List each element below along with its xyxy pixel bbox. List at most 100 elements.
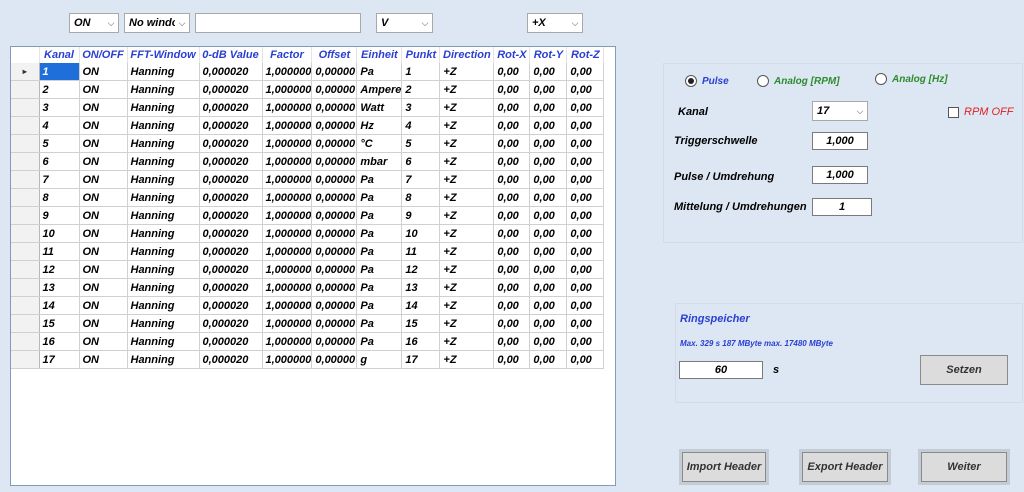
cell-einheit[interactable]: mbar [356,152,403,171]
cell-fft-window[interactable]: Hanning [127,314,200,333]
onoff-dropdown[interactable]: ON ⌵ [69,13,119,33]
cell-punkt[interactable]: 9 [401,206,441,225]
cell-rot-y[interactable]: 0,00 [529,134,568,153]
cell-rot-z[interactable]: 0,00 [566,63,605,81]
cell-rot-y[interactable]: 0,00 [529,332,568,351]
cell-rot-y[interactable]: 0,00 [529,350,568,369]
cell-rot-x[interactable]: 0,00 [493,224,531,243]
cell-onoff[interactable]: ON [79,314,128,333]
cell-direction[interactable]: +Z [439,116,495,135]
column-header-onoff[interactable]: ON/OFF [79,47,128,63]
cell-rot-y[interactable]: 0,00 [529,80,568,99]
cell-factor[interactable]: 1,000000 [262,350,313,369]
cell-einheit[interactable]: Pa [356,188,403,207]
cell-factor[interactable]: 1,000000 [262,278,313,297]
row-header[interactable] [11,332,40,351]
cell-factor[interactable]: 1,000000 [262,152,313,171]
cell-onoff[interactable]: ON [79,116,128,135]
cell-0db-value[interactable]: 0,000020 [199,296,263,315]
cell-factor[interactable]: 1,000000 [262,98,313,117]
setzen-button[interactable]: Setzen [920,355,1008,385]
cell-direction[interactable]: +Z [439,98,495,117]
kanal-dropdown[interactable]: 17 ⌵ [812,101,868,121]
row-header[interactable] [11,188,40,207]
cell-rot-z[interactable]: 0,00 [566,98,605,117]
row-header[interactable] [11,170,40,189]
cell-punkt[interactable]: 6 [401,152,441,171]
cell-fft-window[interactable]: Hanning [127,296,200,315]
column-header-rot-x[interactable]: Rot-X [493,47,531,63]
cell-rot-x[interactable]: 0,00 [493,260,531,279]
cell-factor[interactable]: 1,000000 [262,242,313,261]
table-row[interactable]: 2 ON Hanning 0,000020 1,000000 0,00000 Ampere 2… [11,80,605,99]
cell-kanal[interactable]: 12 [39,260,80,279]
cell-rot-x[interactable]: 0,00 [493,188,531,207]
cell-rot-z[interactable]: 0,00 [566,278,605,297]
cell-onoff[interactable]: ON [79,296,128,315]
cell-direction[interactable]: +Z [439,242,495,261]
column-header-punkt[interactable]: Punkt [401,47,441,63]
cell-offset[interactable]: 0,00000 [311,332,358,351]
cell-factor[interactable]: 1,000000 [262,188,313,207]
cell-rot-z[interactable]: 0,00 [566,332,605,351]
cell-einheit[interactable]: °C [356,134,403,153]
row-header[interactable] [11,242,40,261]
cell-0db-value[interactable]: 0,000020 [199,206,263,225]
cell-onoff[interactable]: ON [79,206,128,225]
pulse-input[interactable]: 1,000 [812,166,868,184]
cell-factor[interactable]: 1,000000 [262,260,313,279]
cell-fft-window[interactable]: Hanning [127,134,200,153]
cell-einheit[interactable]: Pa [356,224,403,243]
cell-rot-x[interactable]: 0,00 [493,63,531,81]
cell-einheit[interactable]: Pa [356,242,403,261]
cell-0db-value[interactable]: 0,000020 [199,170,263,189]
cell-offset[interactable]: 0,00000 [311,170,358,189]
cell-offset[interactable]: 0,00000 [311,188,358,207]
cell-rot-z[interactable]: 0,00 [566,260,605,279]
table-row[interactable]: 13 ON Hanning 0,000020 1,000000 0,00000 Pa 13 +Z… [11,278,605,297]
cell-kanal[interactable]: 1 [39,63,80,81]
cell-kanal[interactable]: 13 [39,278,80,297]
cell-punkt[interactable]: 1 [401,63,441,81]
cell-einheit[interactable]: Pa [356,206,403,225]
cell-fft-window[interactable]: Hanning [127,80,200,99]
cell-punkt[interactable]: 14 [401,296,441,315]
import-header-button[interactable]: Import Header [682,452,766,482]
cell-factor[interactable]: 1,000000 [262,170,313,189]
column-header-rot-z[interactable]: Rot-Z [566,47,605,63]
cell-einheit[interactable]: Pa [356,278,403,297]
cell-fft-window[interactable]: Hanning [127,188,200,207]
export-header-button[interactable]: Export Header [802,452,888,482]
trigger-input[interactable]: 1,000 [812,132,868,150]
cell-offset[interactable]: 0,00000 [311,98,358,117]
column-header-offset[interactable]: Offset [311,47,358,63]
cell-onoff[interactable]: ON [79,152,128,171]
cell-factor[interactable]: 1,000000 [262,80,313,99]
cell-rot-x[interactable]: 0,00 [493,116,531,135]
cell-rot-z[interactable]: 0,00 [566,206,605,225]
cell-fft-window[interactable]: Hanning [127,170,200,189]
cell-onoff[interactable]: ON [79,278,128,297]
cell-rot-x[interactable]: 0,00 [493,134,531,153]
cell-rot-x[interactable]: 0,00 [493,206,531,225]
cell-rot-x[interactable]: 0,00 [493,332,531,351]
cell-factor[interactable]: 1,000000 [262,134,313,153]
cell-rot-z[interactable]: 0,00 [566,152,605,171]
cell-fft-window[interactable]: Hanning [127,350,200,369]
cell-0db-value[interactable]: 0,000020 [199,314,263,333]
table-row[interactable]: 16 ON Hanning 0,000020 1,000000 0,00000 Pa 16 +Z… [11,332,605,351]
cell-offset[interactable]: 0,00000 [311,224,358,243]
cell-punkt[interactable]: 7 [401,170,441,189]
cell-kanal[interactable]: 6 [39,152,80,171]
table-row[interactable]: 14 ON Hanning 0,000020 1,000000 0,00000 Pa 14 +Z… [11,296,605,315]
cell-kanal[interactable]: 2 [39,80,80,99]
cell-onoff[interactable]: ON [79,98,128,117]
cell-fft-window[interactable]: Hanning [127,63,200,81]
cell-direction[interactable]: +Z [439,80,495,99]
cell-rot-y[interactable]: 0,00 [529,224,568,243]
cell-einheit[interactable]: Pa [356,260,403,279]
cell-einheit[interactable]: Pa [356,296,403,315]
cell-fft-window[interactable]: Hanning [127,152,200,171]
cell-onoff[interactable]: ON [79,134,128,153]
cell-onoff[interactable]: ON [79,332,128,351]
